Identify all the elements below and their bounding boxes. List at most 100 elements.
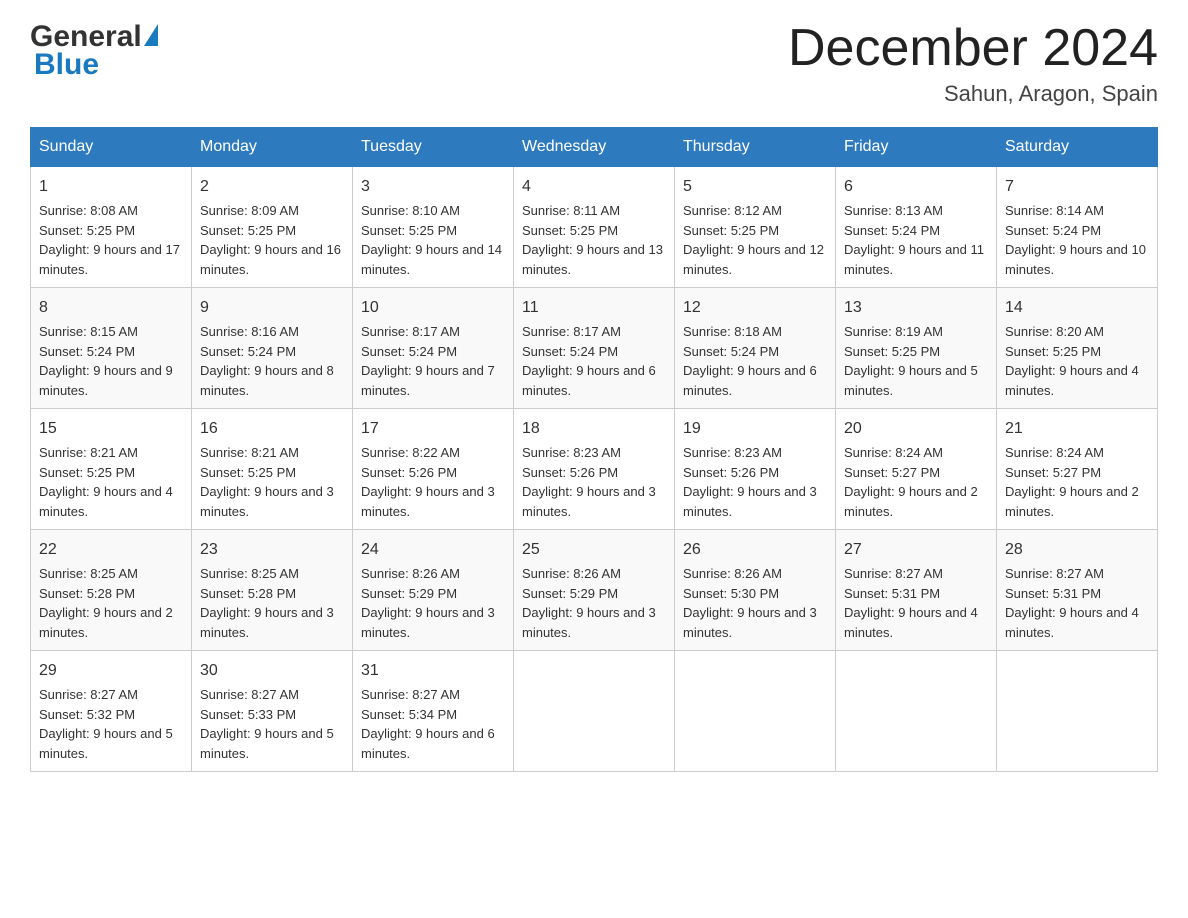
header-day-sunday: Sunday	[31, 128, 192, 167]
day-number: 29	[39, 659, 183, 683]
day-number: 6	[844, 175, 988, 199]
calendar-cell: 31 Sunrise: 8:27 AMSunset: 5:34 PMDayligh…	[353, 651, 514, 772]
day-number: 28	[1005, 538, 1149, 562]
day-info: Sunrise: 8:26 AMSunset: 5:29 PMDaylight:…	[361, 566, 495, 640]
week-row-2: 8 Sunrise: 8:15 AMSunset: 5:24 PMDaylight…	[31, 288, 1158, 409]
header-day-thursday: Thursday	[675, 128, 836, 167]
day-info: Sunrise: 8:27 AMSunset: 5:33 PMDaylight:…	[200, 687, 334, 761]
day-number: 11	[522, 296, 666, 320]
logo-blue-text: Blue	[34, 48, 99, 82]
calendar-cell: 19 Sunrise: 8:23 AMSunset: 5:26 PMDayligh…	[675, 409, 836, 530]
calendar-cell: 16Sunrise: 8:21 AMSunset: 5:25 PMDayligh…	[192, 409, 353, 530]
day-number: 8	[39, 296, 183, 320]
day-number: 30	[200, 659, 344, 683]
header-day-friday: Friday	[836, 128, 997, 167]
day-info: Sunrise: 8:18 AMSunset: 5:24 PMDaylight:…	[683, 324, 817, 398]
calendar-cell: 28 Sunrise: 8:27 AMSunset: 5:31 PMDayligh…	[997, 530, 1158, 651]
header-day-monday: Monday	[192, 128, 353, 167]
week-row-3: 15Sunrise: 8:21 AMSunset: 5:25 PMDayligh…	[31, 409, 1158, 530]
calendar-cell: 3 Sunrise: 8:10 AMSunset: 5:25 PMDaylight…	[353, 167, 514, 288]
calendar-cell: 7 Sunrise: 8:14 AMSunset: 5:24 PMDaylight…	[997, 167, 1158, 288]
calendar-cell	[836, 651, 997, 772]
day-number: 31	[361, 659, 505, 683]
day-info: Sunrise: 8:27 AMSunset: 5:31 PMDaylight:…	[1005, 566, 1139, 640]
day-info: Sunrise: 8:19 AMSunset: 5:25 PMDaylight:…	[844, 324, 978, 398]
day-number: 19	[683, 417, 827, 441]
day-info: Sunrise: 8:14 AMSunset: 5:24 PMDaylight:…	[1005, 203, 1146, 277]
calendar-cell	[514, 651, 675, 772]
calendar-cell: 8 Sunrise: 8:15 AMSunset: 5:24 PMDaylight…	[31, 288, 192, 409]
month-title: December 2024	[788, 20, 1158, 77]
calendar-cell: 6 Sunrise: 8:13 AMSunset: 5:24 PMDaylight…	[836, 167, 997, 288]
day-info: Sunrise: 8:10 AMSunset: 5:25 PMDaylight:…	[361, 203, 502, 277]
day-number: 3	[361, 175, 505, 199]
day-info: Sunrise: 8:24 AMSunset: 5:27 PMDaylight:…	[1005, 445, 1139, 519]
day-info: Sunrise: 8:17 AMSunset: 5:24 PMDaylight:…	[522, 324, 656, 398]
calendar-cell	[675, 651, 836, 772]
day-info: Sunrise: 8:24 AMSunset: 5:27 PMDaylight:…	[844, 445, 978, 519]
day-info: Sunrise: 8:23 AMSunset: 5:26 PMDaylight:…	[522, 445, 656, 519]
day-info: Sunrise: 8:22 AMSunset: 5:26 PMDaylight:…	[361, 445, 495, 519]
day-number: 1	[39, 175, 183, 199]
calendar-table: SundayMondayTuesdayWednesdayThursdayFrid…	[30, 127, 1158, 772]
week-row-1: 1 Sunrise: 8:08 AMSunset: 5:25 PMDaylight…	[31, 167, 1158, 288]
day-number: 22	[39, 538, 183, 562]
day-info: Sunrise: 8:21 AMSunset: 5:25 PMDaylight:…	[39, 445, 173, 519]
week-row-5: 29Sunrise: 8:27 AMSunset: 5:32 PMDayligh…	[31, 651, 1158, 772]
day-info: Sunrise: 8:16 AMSunset: 5:24 PMDaylight:…	[200, 324, 334, 398]
day-number: 20	[844, 417, 988, 441]
calendar-cell: 11 Sunrise: 8:17 AMSunset: 5:24 PMDayligh…	[514, 288, 675, 409]
day-number: 5	[683, 175, 827, 199]
calendar-cell: 30 Sunrise: 8:27 AMSunset: 5:33 PMDayligh…	[192, 651, 353, 772]
calendar-cell: 9 Sunrise: 8:16 AMSunset: 5:24 PMDaylight…	[192, 288, 353, 409]
day-number: 4	[522, 175, 666, 199]
calendar-cell: 14Sunrise: 8:20 AMSunset: 5:25 PMDayligh…	[997, 288, 1158, 409]
day-number: 24	[361, 538, 505, 562]
day-number: 13	[844, 296, 988, 320]
calendar-cell: 12Sunrise: 8:18 AMSunset: 5:24 PMDayligh…	[675, 288, 836, 409]
calendar-cell: 24 Sunrise: 8:26 AMSunset: 5:29 PMDayligh…	[353, 530, 514, 651]
day-info: Sunrise: 8:26 AMSunset: 5:30 PMDaylight:…	[683, 566, 817, 640]
day-number: 27	[844, 538, 988, 562]
day-info: Sunrise: 8:11 AMSunset: 5:25 PMDaylight:…	[522, 203, 663, 277]
calendar-cell	[997, 651, 1158, 772]
day-number: 16	[200, 417, 344, 441]
header-row: SundayMondayTuesdayWednesdayThursdayFrid…	[31, 128, 1158, 167]
day-info: Sunrise: 8:27 AMSunset: 5:34 PMDaylight:…	[361, 687, 495, 761]
day-number: 26	[683, 538, 827, 562]
calendar-cell: 15Sunrise: 8:21 AMSunset: 5:25 PMDayligh…	[31, 409, 192, 530]
calendar-cell: 26 Sunrise: 8:26 AMSunset: 5:30 PMDayligh…	[675, 530, 836, 651]
day-number: 25	[522, 538, 666, 562]
day-info: Sunrise: 8:25 AMSunset: 5:28 PMDaylight:…	[39, 566, 173, 640]
logo-triangle-icon	[144, 24, 158, 46]
calendar-cell: 22 Sunrise: 8:25 AMSunset: 5:28 PMDayligh…	[31, 530, 192, 651]
day-number: 9	[200, 296, 344, 320]
day-number: 17	[361, 417, 505, 441]
calendar-cell: 2Sunrise: 8:09 AMSunset: 5:25 PMDaylight…	[192, 167, 353, 288]
calendar-cell: 1 Sunrise: 8:08 AMSunset: 5:25 PMDaylight…	[31, 167, 192, 288]
calendar-cell: 25 Sunrise: 8:26 AMSunset: 5:29 PMDayligh…	[514, 530, 675, 651]
week-row-4: 22 Sunrise: 8:25 AMSunset: 5:28 PMDayligh…	[31, 530, 1158, 651]
title-area: December 2024 Sahun, Aragon, Spain	[788, 20, 1158, 107]
calendar-cell: 18 Sunrise: 8:23 AMSunset: 5:26 PMDayligh…	[514, 409, 675, 530]
day-number: 2	[200, 175, 344, 199]
day-info: Sunrise: 8:13 AMSunset: 5:24 PMDaylight:…	[844, 203, 984, 277]
day-info: Sunrise: 8:23 AMSunset: 5:26 PMDaylight:…	[683, 445, 817, 519]
calendar-cell: 17 Sunrise: 8:22 AMSunset: 5:26 PMDayligh…	[353, 409, 514, 530]
header-day-saturday: Saturday	[997, 128, 1158, 167]
day-info: Sunrise: 8:08 AMSunset: 5:25 PMDaylight:…	[39, 203, 180, 277]
calendar-cell: 10Sunrise: 8:17 AMSunset: 5:24 PMDayligh…	[353, 288, 514, 409]
day-info: Sunrise: 8:20 AMSunset: 5:25 PMDaylight:…	[1005, 324, 1139, 398]
day-info: Sunrise: 8:27 AMSunset: 5:31 PMDaylight:…	[844, 566, 978, 640]
logo: General Blue	[30, 20, 158, 82]
calendar-cell: 5 Sunrise: 8:12 AMSunset: 5:25 PMDaylight…	[675, 167, 836, 288]
day-info: Sunrise: 8:26 AMSunset: 5:29 PMDaylight:…	[522, 566, 656, 640]
day-info: Sunrise: 8:17 AMSunset: 5:24 PMDaylight:…	[361, 324, 495, 398]
day-number: 7	[1005, 175, 1149, 199]
calendar-cell: 29Sunrise: 8:27 AMSunset: 5:32 PMDayligh…	[31, 651, 192, 772]
day-info: Sunrise: 8:15 AMSunset: 5:24 PMDaylight:…	[39, 324, 173, 398]
header-day-wednesday: Wednesday	[514, 128, 675, 167]
day-number: 18	[522, 417, 666, 441]
day-info: Sunrise: 8:25 AMSunset: 5:28 PMDaylight:…	[200, 566, 334, 640]
day-info: Sunrise: 8:12 AMSunset: 5:25 PMDaylight:…	[683, 203, 824, 277]
